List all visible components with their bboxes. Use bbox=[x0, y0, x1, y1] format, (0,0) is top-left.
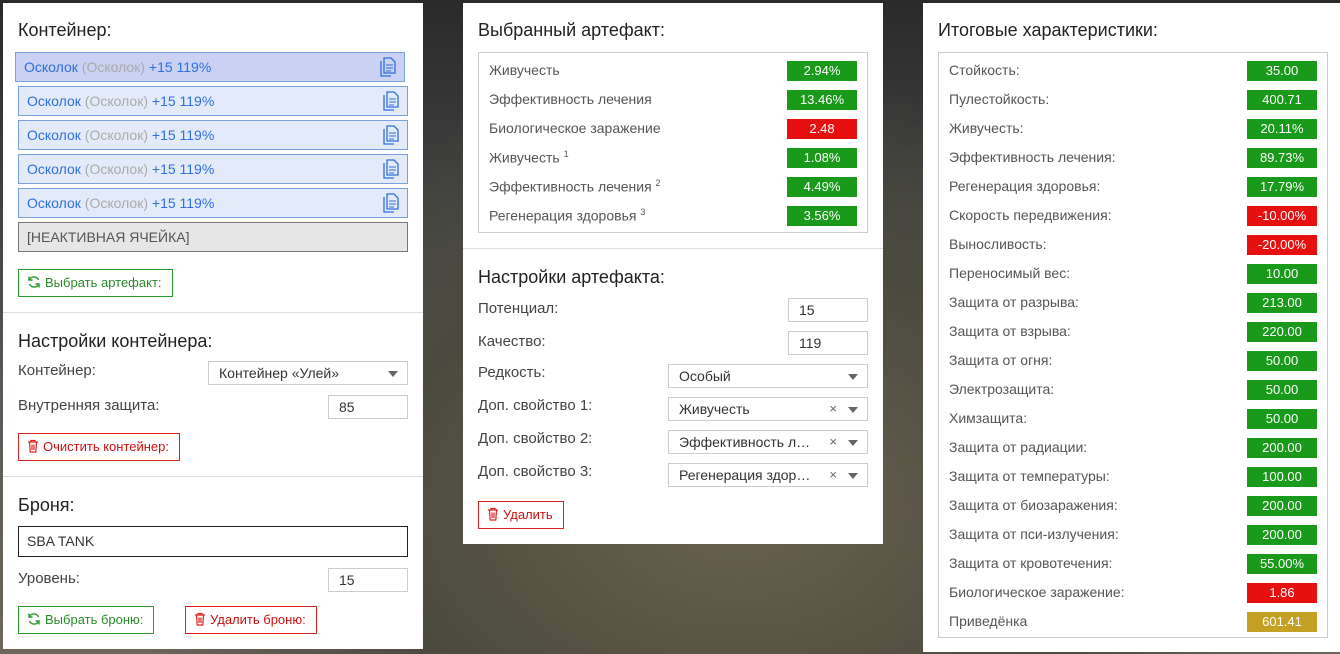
copy-icon[interactable] bbox=[383, 91, 399, 111]
clear-container-button[interactable]: Очистить контейнер: bbox=[18, 433, 180, 461]
potential-label: Потенциал: bbox=[478, 300, 559, 317]
select-armor-button[interactable]: Выбрать броню: bbox=[18, 606, 155, 634]
armor-level-label: Уровень: bbox=[18, 570, 80, 587]
total-stat-row: Регенерация здоровья: 17.79% bbox=[949, 172, 1317, 201]
total-stat-row: Эффективность лечения: 89.73% bbox=[949, 143, 1317, 172]
container-slot-3[interactable]: Осколок (Осколок) +15 119% bbox=[18, 120, 408, 150]
artifact-stat-row: Биологическое заражение 2.48 bbox=[489, 114, 857, 143]
select-artifact-button[interactable]: Выбрать артефакт: bbox=[18, 269, 173, 297]
extra1-label: Доп. свойство 1: bbox=[478, 397, 593, 414]
chevron-down-icon bbox=[848, 473, 858, 479]
refresh-icon bbox=[28, 276, 40, 288]
extra3-select[interactable]: Регенерация здоровья × bbox=[668, 463, 868, 487]
inner-protection-label: Внутренняя защита: bbox=[18, 397, 160, 414]
container-slot-2[interactable]: Осколок (Осколок) +15 119% bbox=[18, 86, 408, 116]
clear-icon[interactable]: × bbox=[829, 431, 837, 453]
armor-level-input[interactable]: 15 bbox=[328, 568, 408, 592]
total-stat-row: Защита от взрыва: 220.00 bbox=[949, 317, 1317, 346]
artifact-stat-row: Регенерация здоровья 3 3.56% bbox=[489, 201, 857, 230]
total-stat-row: Электрозащита: 50.00 bbox=[949, 375, 1317, 404]
trash-icon bbox=[28, 439, 38, 453]
artifact-stat-row: Живучесть 1 1.08% bbox=[489, 143, 857, 172]
delete-artifact-button[interactable]: Удалить bbox=[478, 501, 564, 529]
total-stat-row: Переносимый вес: 10.00 bbox=[949, 259, 1317, 288]
armor-name-input[interactable]: SBA TANK bbox=[18, 526, 408, 557]
delete-armor-button[interactable]: Удалить броню: bbox=[185, 606, 317, 634]
total-stat-row: Защита от кровотечения: 55.00% bbox=[949, 549, 1317, 578]
chevron-down-icon bbox=[848, 440, 858, 446]
total-stat-row: Защита от разрыва: 213.00 bbox=[949, 288, 1317, 317]
chevron-down-icon bbox=[848, 407, 858, 413]
container-panel: Контейнер: Осколок (Осколок) +15 119% Ос… bbox=[3, 3, 423, 649]
copy-icon[interactable] bbox=[383, 159, 399, 179]
rarity-label: Редкость: bbox=[478, 364, 546, 381]
chevron-down-icon bbox=[388, 371, 398, 377]
rarity-select[interactable]: Особый bbox=[668, 364, 868, 388]
artifact-stats-box: Живучесть 2.94% Эффективность лечения 13.4… bbox=[478, 52, 868, 233]
quality-input[interactable]: 119 bbox=[788, 331, 868, 355]
artifact-panel: Выбранный артефакт: Живучесть 2.94% Эффек… bbox=[463, 3, 883, 544]
selected-artifact-title: Выбранный артефакт: bbox=[478, 20, 665, 40]
container-slot-inactive[interactable]: [НЕАКТИВНАЯ ЯЧЕЙКА] bbox=[18, 222, 408, 252]
artifact-settings-title: Настройки артефакта: bbox=[478, 267, 665, 287]
total-stat-row: Выносливость: -20.00% bbox=[949, 230, 1317, 259]
copy-icon[interactable] bbox=[380, 57, 396, 77]
container-slot-1[interactable]: Осколок (Осколок) +15 119% bbox=[15, 52, 405, 82]
total-stat-row: Защита от огня: 50.00 bbox=[949, 346, 1317, 375]
refresh-icon bbox=[28, 613, 40, 625]
total-stat-row: Защита от температуры: 100.00 bbox=[949, 462, 1317, 491]
total-stat-row: Пулестойкость: 400.71 bbox=[949, 85, 1317, 114]
total-stat-row: Защита от пси-излучения: 200.00 bbox=[949, 520, 1317, 549]
extra1-select[interactable]: Живучесть × bbox=[668, 397, 868, 421]
clear-icon[interactable]: × bbox=[829, 398, 837, 420]
total-stat-row: Живучесть: 20.11% bbox=[949, 114, 1317, 143]
totals-panel: Итоговые характеристики: Стойкость: 35.00… bbox=[923, 3, 1340, 652]
artifact-stat-row: Эффективность лечения 2 4.49% bbox=[489, 172, 857, 201]
total-stat-row: Приведёнка 601.41 bbox=[949, 607, 1317, 636]
trash-icon bbox=[488, 507, 498, 521]
totals-box: Стойкость: 35.00 Пулестойкость: 400.71 Живуч… bbox=[938, 52, 1328, 638]
extra2-select[interactable]: Эффективность лечения × bbox=[668, 430, 868, 454]
artifact-stat-row: Эффективность лечения 13.46% bbox=[489, 85, 857, 114]
trash-icon bbox=[195, 612, 205, 626]
artifact-stat-row: Живучесть 2.94% bbox=[489, 56, 857, 85]
chevron-down-icon bbox=[848, 374, 858, 380]
clear-icon[interactable]: × bbox=[829, 464, 837, 486]
total-stat-row: Скорость передвижения: -10.00% bbox=[949, 201, 1317, 230]
container-label: Контейнер: bbox=[18, 362, 96, 379]
quality-label: Качество: bbox=[478, 333, 546, 350]
total-stat-row: Защита от радиации: 200.00 bbox=[949, 433, 1317, 462]
container-select[interactable]: Контейнер «Улей» bbox=[208, 361, 408, 385]
total-stat-row: Защита от биозаражения: 200.00 bbox=[949, 491, 1317, 520]
totals-title: Итоговые характеристики: bbox=[938, 20, 1158, 40]
container-settings-title: Настройки контейнера: bbox=[18, 331, 213, 351]
container-slot-5[interactable]: Осколок (Осколок) +15 119% bbox=[18, 188, 408, 218]
copy-icon[interactable] bbox=[383, 193, 399, 213]
total-stat-row: Биологическое заражение: 1.86 bbox=[949, 578, 1317, 607]
extra3-label: Доп. свойство 3: bbox=[478, 463, 593, 480]
copy-icon[interactable] bbox=[383, 125, 399, 145]
total-stat-row: Химзащита: 50.00 bbox=[949, 404, 1317, 433]
container-slot-4[interactable]: Осколок (Осколок) +15 119% bbox=[18, 154, 408, 184]
total-stat-row: Стойкость: 35.00 bbox=[949, 56, 1317, 85]
inner-protection-input[interactable]: 85 bbox=[328, 395, 408, 419]
potential-input[interactable]: 15 bbox=[788, 298, 868, 322]
container-title: Контейнер: bbox=[18, 20, 112, 40]
armor-title: Броня: bbox=[18, 495, 75, 515]
extra2-label: Доп. свойство 2: bbox=[478, 430, 593, 447]
